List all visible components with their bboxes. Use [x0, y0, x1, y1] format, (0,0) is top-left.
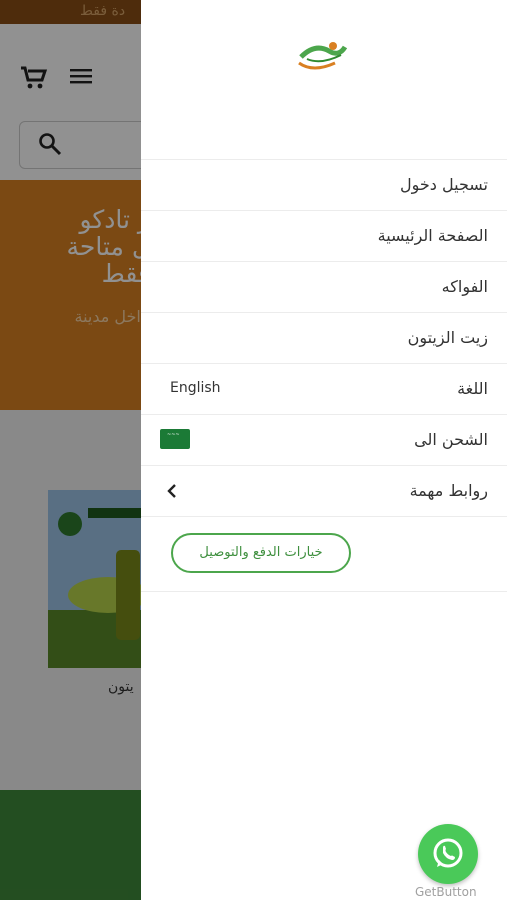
menu-item-fruits[interactable]: الفواكه	[141, 262, 507, 313]
menu-item-login[interactable]: تسجيل دخول	[141, 160, 507, 211]
whatsapp-icon	[433, 838, 463, 868]
menu-item-label: الشحن الى	[414, 430, 488, 449]
menu-item-language[interactable]: اللغة English	[141, 364, 507, 415]
menu-item-label: روابط مهمة	[409, 481, 488, 500]
menu-item-label: تسجيل دخول	[400, 175, 488, 194]
menu-item-label: زيت الزيتون	[407, 328, 488, 347]
menu-item-label: الصفحة الرئيسية	[377, 226, 488, 245]
whatsapp-button[interactable]	[418, 824, 478, 884]
menu-item-shipping[interactable]: الشحن الى ~~~	[141, 415, 507, 466]
saudi-flag-icon[interactable]: ~~~	[160, 429, 190, 449]
getbutton-caption: GetButton	[415, 885, 477, 899]
brand-logo[interactable]	[295, 37, 351, 75]
chevron-left-icon	[167, 483, 177, 503]
side-drawer: تسجيل دخول الصفحة الرئيسية الفواكه زيت ا…	[141, 0, 507, 900]
payment-delivery-button[interactable]: خيارات الدفع والتوصيل	[171, 533, 351, 573]
menu-item-olive-oil[interactable]: زيت الزيتون	[141, 313, 507, 364]
drawer-divider	[141, 591, 507, 592]
menu-item-home[interactable]: الصفحة الرئيسية	[141, 211, 507, 262]
language-value[interactable]: English	[170, 380, 221, 396]
menu-item-label: الفواكه	[441, 277, 488, 296]
drawer-menu: تسجيل دخول الصفحة الرئيسية الفواكه زيت ا…	[141, 159, 507, 517]
menu-item-important-links[interactable]: روابط مهمة	[141, 466, 507, 517]
menu-item-label: اللغة	[457, 379, 488, 398]
